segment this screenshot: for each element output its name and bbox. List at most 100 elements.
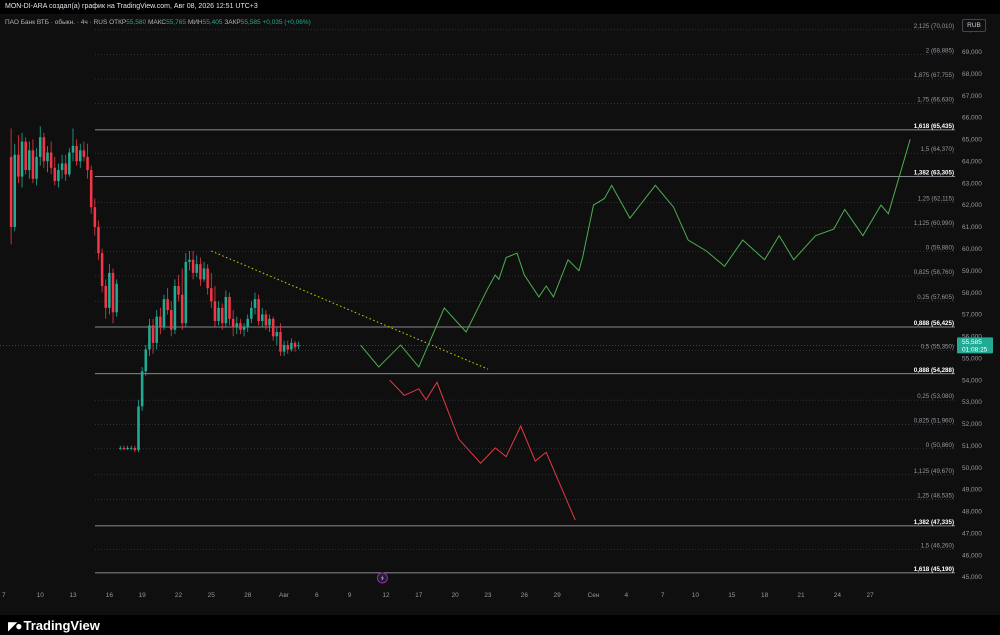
candle-body [155, 316, 158, 343]
time-tick-label: 10 [692, 592, 700, 599]
candle-body [108, 272, 111, 308]
candle-body [257, 299, 260, 322]
low-label: МИН [187, 19, 203, 26]
time-tick-label: 17 [415, 592, 423, 599]
symbol-legend: ПАО Банк ВТБ · обыкн. · 4ч · RUS ОТКР55,… [5, 19, 311, 26]
candle [155, 310, 158, 350]
candle-body [250, 307, 253, 319]
time-tick-label: 18 [761, 592, 769, 599]
candle [75, 139, 78, 166]
open-value: 55,580 [126, 19, 147, 26]
time-tick-label: 24 [834, 592, 842, 599]
candle-body [275, 331, 279, 337]
forecast-paths [360, 139, 911, 521]
candle-body [188, 259, 191, 262]
candle [89, 165, 93, 214]
candle-body [38, 137, 42, 157]
price-tick-label: 45,000 [962, 574, 982, 581]
time-tick-label: 7 [661, 592, 665, 599]
candle-body [53, 167, 57, 181]
candle [286, 340, 290, 354]
price-tick-label: 53,000 [962, 399, 982, 406]
candle [115, 279, 118, 317]
candle [180, 268, 184, 330]
candle [228, 292, 231, 326]
candle [271, 316, 275, 341]
candle [293, 340, 297, 352]
fib-levels [95, 29, 955, 574]
candle [191, 250, 195, 280]
time-tick-label: Сен [588, 592, 600, 599]
fib-label: 1,75 (66,630) [917, 97, 954, 104]
price-tick-label: 48,000 [962, 509, 982, 516]
candle [17, 135, 20, 184]
fib-label: 0,5 (55,350) [921, 344, 954, 351]
bearish-forecast-path [389, 379, 576, 521]
candle [35, 148, 38, 186]
candle [177, 275, 180, 302]
candle-body [253, 299, 257, 308]
candle-body [199, 264, 202, 280]
fib-label: 1,125 (60,990) [914, 220, 954, 227]
candle [220, 303, 224, 330]
fib-level-labels: 2,125 (70,010) 2 (68,885) 1,875 (67,755) 1,… [914, 23, 954, 573]
candle [78, 143, 82, 168]
price-badge-timer: 01:08:25 [962, 346, 988, 353]
candle [217, 301, 220, 326]
candle [31, 139, 35, 184]
candle-body [217, 307, 220, 322]
tradingview-mark-icon: ◤● [8, 619, 23, 633]
time-tick-label: 9 [348, 592, 352, 599]
chart-area[interactable]: 2,125 (70,010) 2 (68,885) 1,875 (67,755) 1,… [0, 14, 1000, 615]
price-chart[interactable]: 2,125 (70,010) 2 (68,885) 1,875 (67,755) 1,… [0, 14, 1000, 615]
candle-body [68, 152, 71, 175]
time-tick-label: 13 [69, 592, 77, 599]
candle-body [115, 283, 118, 313]
candle-body [78, 150, 82, 162]
candle-body [286, 345, 290, 350]
time-axis[interactable]: 7 10 13 16 19 22 25 28 Авг 6 9 12 17 20 23 26 29 Сен 4 7 10 1… [0, 585, 956, 615]
candle-body [57, 170, 60, 181]
candle-body [231, 318, 235, 328]
candle [100, 248, 104, 293]
event-markers[interactable] [376, 572, 388, 584]
candle [242, 323, 246, 337]
currency-selector[interactable]: RUB [962, 19, 986, 32]
time-tick-label: 27 [867, 592, 875, 599]
candle [282, 340, 286, 357]
candle [253, 292, 257, 315]
tradingview-logo[interactable]: ◤● TradingView [8, 618, 100, 633]
candle-body [166, 299, 169, 311]
price-tick-label: 64,000 [962, 158, 982, 165]
fib-label: 0 (50,860) [926, 442, 954, 449]
attribution-text: MON-DI-ARA создал(а) график на TradingVi… [5, 3, 258, 10]
price-tick-label: 66,000 [962, 115, 982, 122]
footer-bar: ◤● TradingView [0, 615, 1000, 635]
candle [206, 264, 209, 295]
change-value: +0,035 (+0,06%) [262, 19, 311, 26]
time-tick-label: 19 [139, 592, 147, 599]
candle-body [210, 288, 213, 302]
candle [169, 301, 173, 337]
price-axis[interactable]: 70,00069,00068,00067,00066,00065,00064,0… [956, 14, 1000, 615]
candle-body [89, 170, 93, 208]
candle [97, 220, 100, 260]
fib-label: 2 (68,885) [926, 47, 954, 54]
price-tick-label: 67,000 [962, 93, 982, 100]
candle-body [144, 349, 148, 372]
candle-body [100, 253, 104, 286]
candle [111, 268, 115, 324]
candle-body [137, 406, 140, 451]
candle-body [184, 261, 188, 324]
candle-body [64, 163, 67, 175]
price-tick-label: 69,000 [962, 49, 982, 56]
time-axis-bg [0, 585, 956, 615]
candle-body [133, 447, 137, 451]
candle-body [129, 447, 133, 449]
candle-body [282, 345, 286, 352]
price-tick-label: 61,000 [962, 224, 982, 231]
candle [68, 148, 71, 177]
candle-body [264, 314, 268, 326]
candle [57, 163, 60, 188]
candle-body [195, 264, 199, 273]
